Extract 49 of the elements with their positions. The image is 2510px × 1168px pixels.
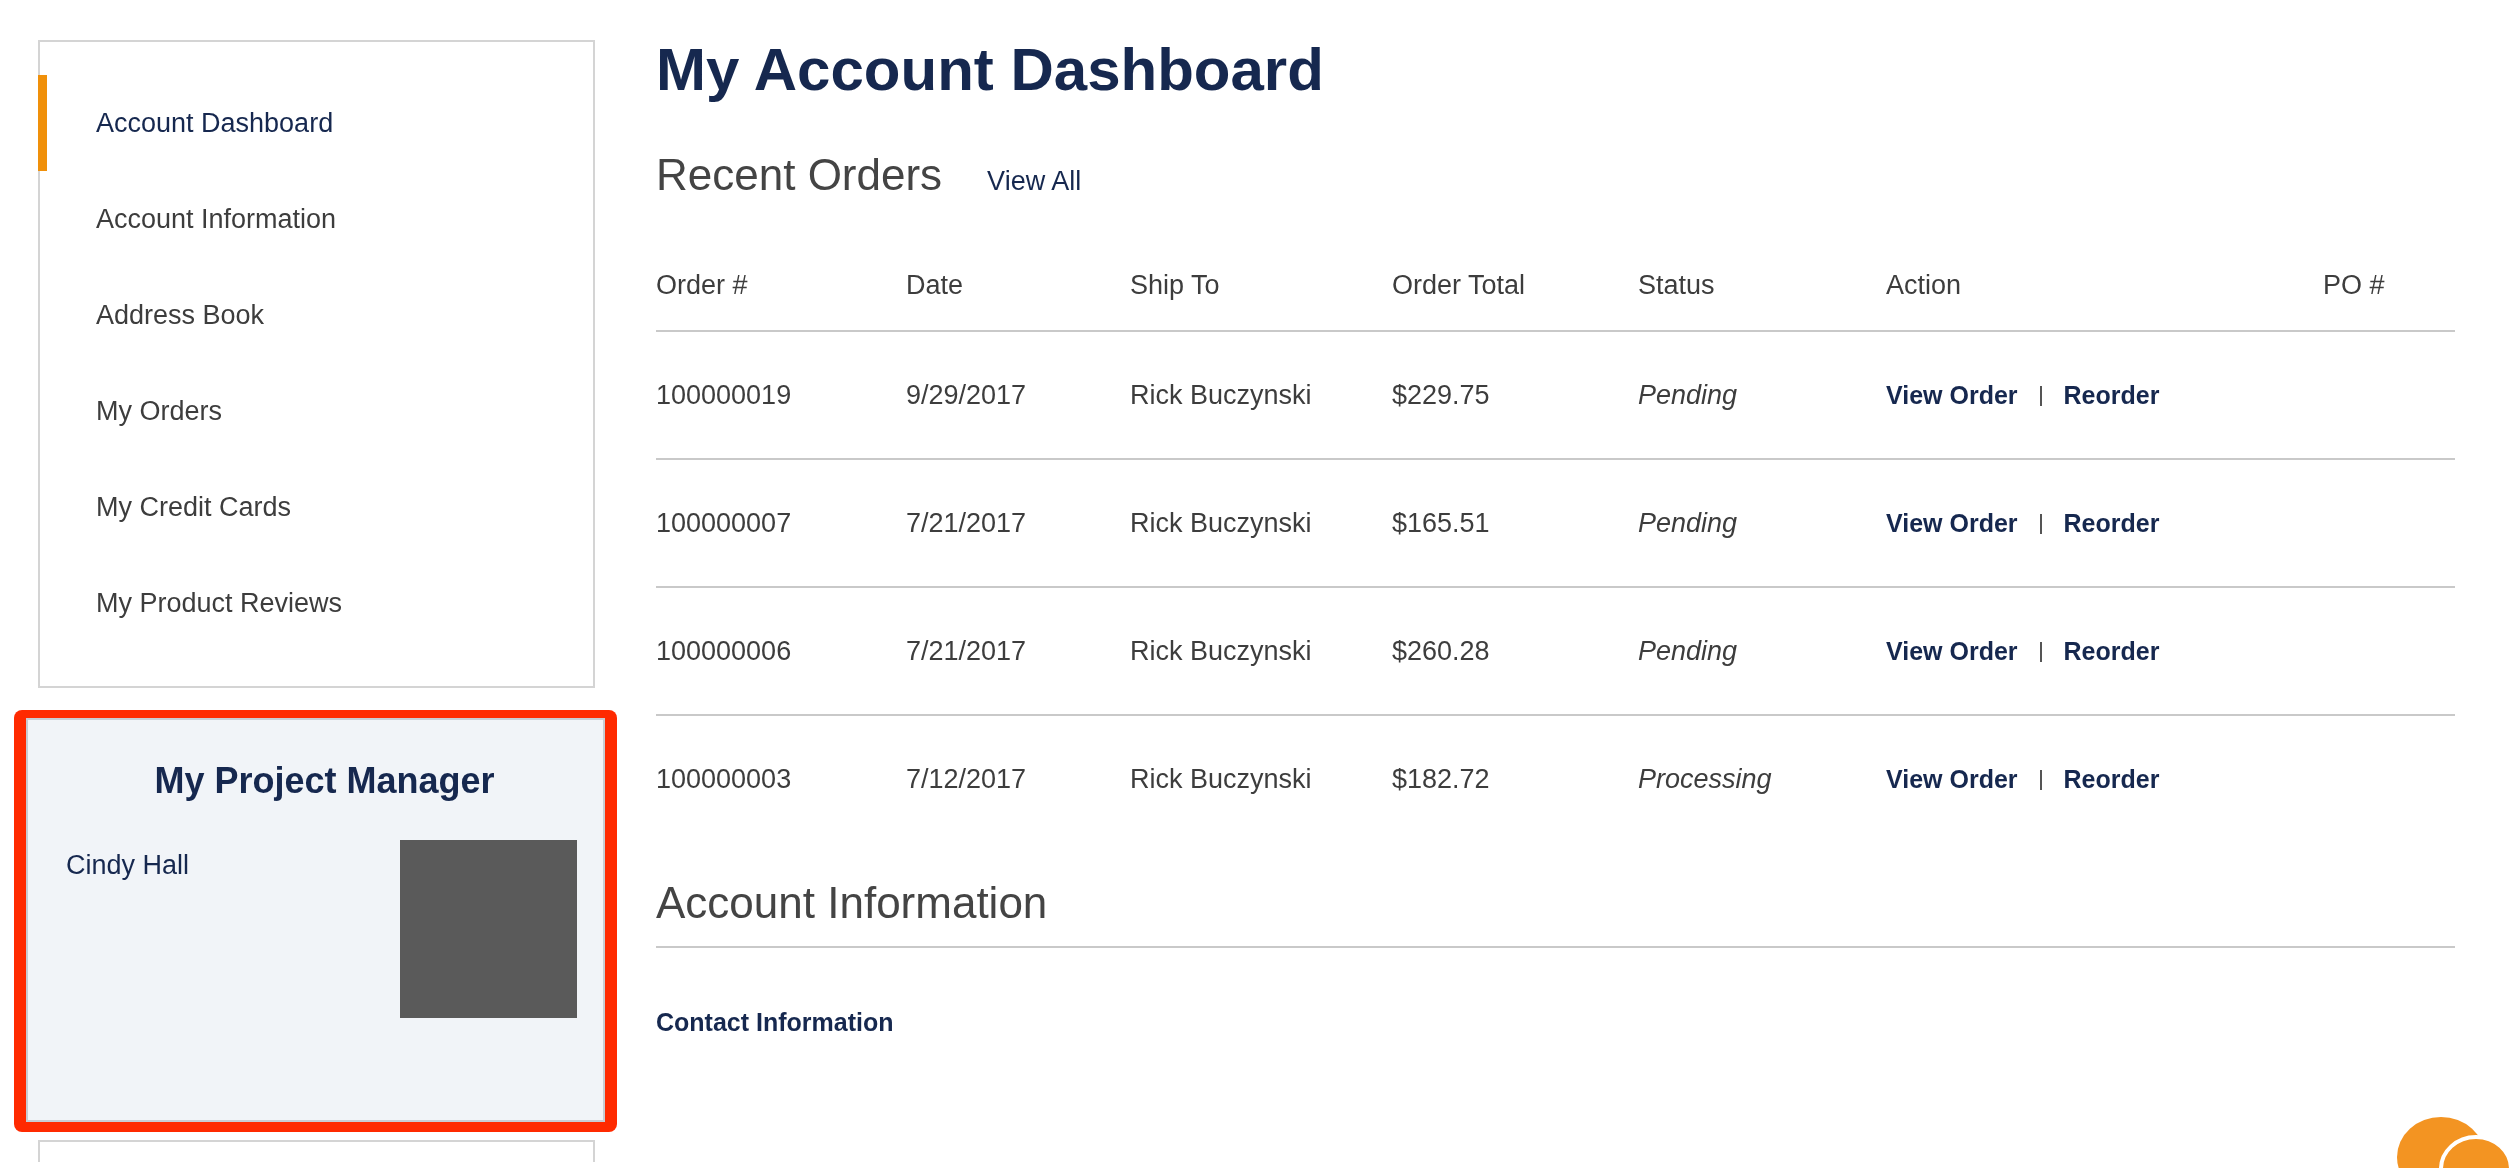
card-title: My Project Manager	[153, 759, 496, 802]
table-cell: 100000019	[656, 331, 906, 459]
status-cell: Pending	[1638, 459, 1886, 587]
table-cell: 100000007	[656, 459, 906, 587]
reorder-link[interactable]: Reorder	[2063, 764, 2160, 793]
column-header: Status	[1638, 240, 1886, 331]
column-header: Ship To	[1130, 240, 1392, 331]
table-cell: 7/21/2017	[906, 587, 1130, 715]
sidebar-item[interactable]: Account Information	[40, 171, 593, 267]
section-title: Recent Orders	[656, 150, 943, 200]
sidebar-item[interactable]: Address Book	[40, 267, 593, 363]
sidebar-item[interactable]: Account Dashboard	[40, 75, 593, 171]
table-cell: $182.72	[1392, 715, 1638, 842]
sidebar-item[interactable]: My Product Reviews	[40, 555, 593, 651]
table-cell: 7/12/2017	[906, 715, 1130, 842]
table-cell: 7/21/2017	[906, 459, 1130, 587]
view-order-link[interactable]: View Order	[1886, 380, 2018, 409]
section-title: Account Information	[656, 878, 1049, 928]
view-all-link[interactable]: View All	[987, 166, 1082, 197]
table-cell: Rick Buczynski	[1130, 587, 1392, 715]
sidebar-item[interactable]: My Credit Cards	[40, 459, 593, 555]
table-cell: $165.51	[1392, 459, 1638, 587]
column-header: Action	[1886, 240, 2323, 331]
view-order-link[interactable]: View Order	[1886, 508, 2018, 537]
table-cell: 100000003	[656, 715, 906, 842]
reorder-link[interactable]: Reorder	[2063, 508, 2160, 537]
table-cell: 100000006	[656, 587, 906, 715]
reorder-link[interactable]: Reorder	[2063, 380, 2160, 409]
table-cell: Rick Buczynski	[1130, 715, 1392, 842]
column-header: PO #	[2323, 240, 2455, 331]
table-cell: Rick Buczynski	[1130, 459, 1392, 587]
view-order-link[interactable]: View Order	[1886, 636, 2018, 665]
page-title: My Account Dashboard	[656, 35, 1325, 105]
chat-bubbles-icon[interactable]	[2396, 1117, 2510, 1168]
table-cell: Rick Buczynski	[1130, 331, 1392, 459]
column-header: Order #	[656, 240, 906, 331]
subsection-title: Contact Information	[656, 1008, 895, 1037]
manager-name: Cindy Hall	[66, 850, 190, 882]
status-cell: Processing	[1638, 715, 1886, 842]
sidebar-item[interactable]: My Orders	[40, 363, 593, 459]
column-header: Order Total	[1392, 240, 1638, 331]
view-order-link[interactable]: View Order	[1886, 764, 2018, 793]
status-cell: Pending	[1638, 587, 1886, 715]
table-cell: $260.28	[1392, 587, 1638, 715]
reorder-link[interactable]: Reorder	[2063, 636, 2160, 665]
table-cell: $229.75	[1392, 331, 1638, 459]
table-cell: 9/29/2017	[906, 331, 1130, 459]
status-cell: Pending	[1638, 331, 1886, 459]
column-header: Date	[906, 240, 1130, 331]
